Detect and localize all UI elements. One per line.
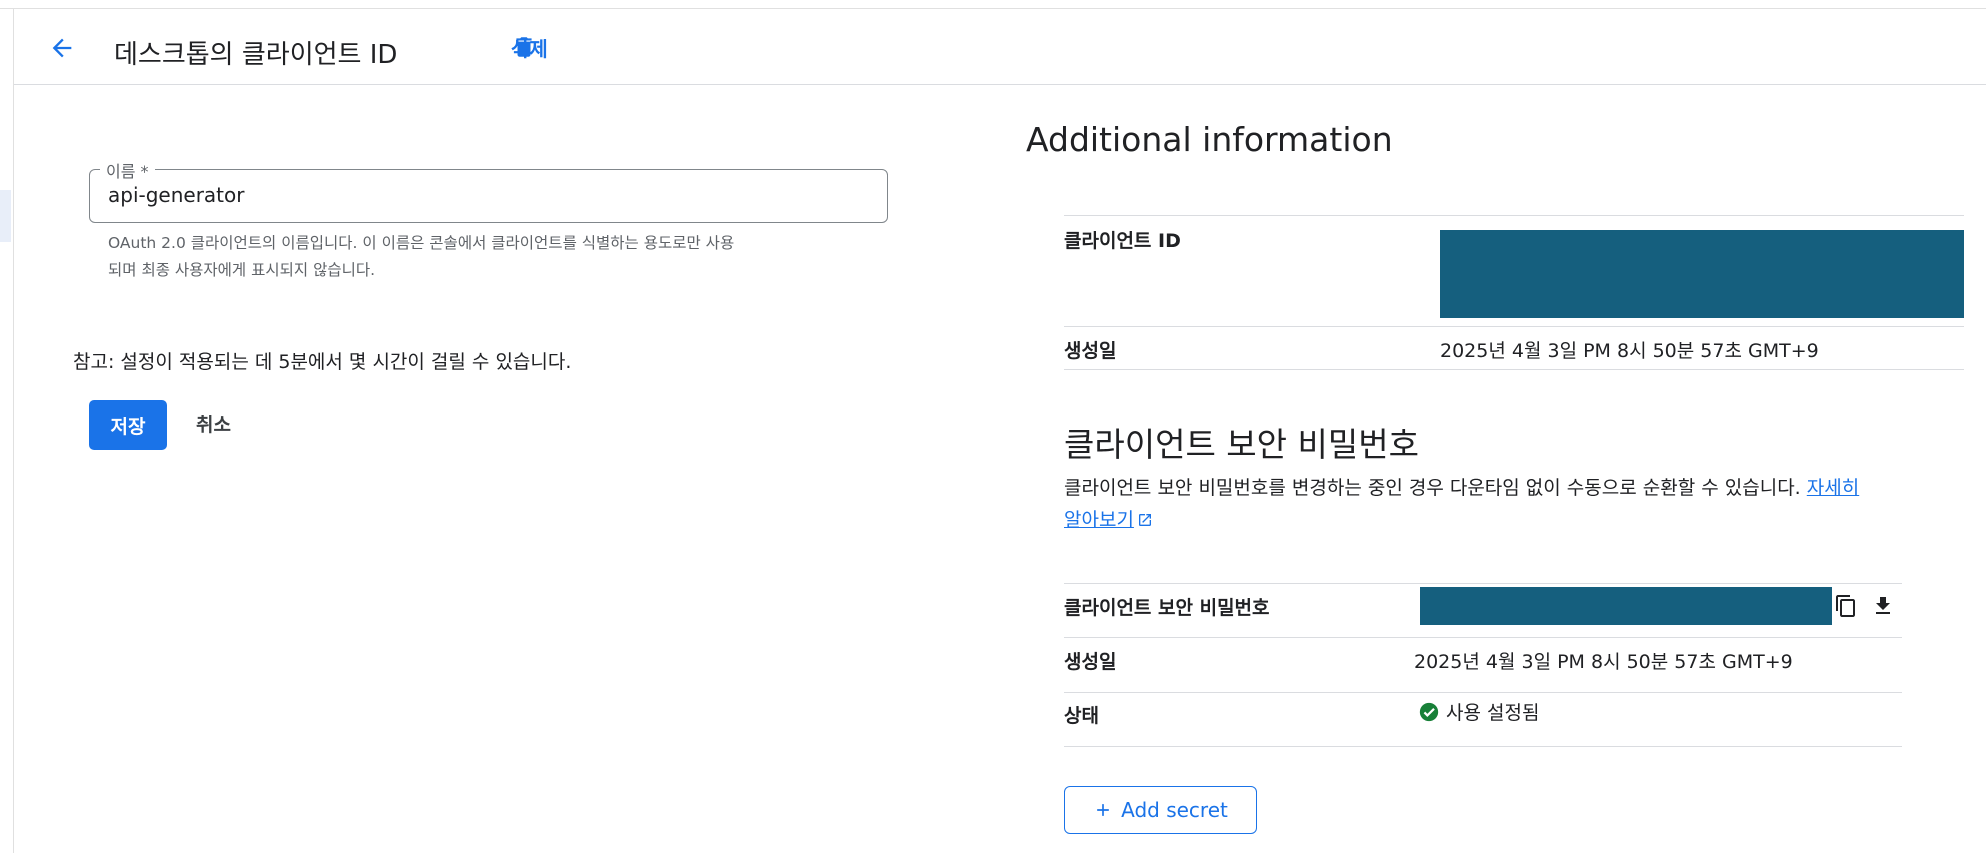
created-value: 2025년 4월 3일 PM 8시 50분 57초 GMT+9 — [1440, 340, 1819, 362]
delete-label: 삭제 — [511, 36, 548, 61]
add-secret-label: Add secret — [1121, 798, 1228, 822]
delete-button[interactable]: 삭제 — [511, 26, 548, 68]
divider — [1064, 326, 1964, 327]
additional-info-title: Additional information — [1026, 120, 1393, 159]
client-id-label: 클라이언트 ID — [1064, 230, 1181, 252]
client-secret-redacted — [1420, 587, 1832, 625]
learn-more-text-1: 자세히 — [1806, 477, 1860, 499]
name-input[interactable] — [108, 183, 848, 207]
status-label: 상태 — [1064, 705, 1099, 727]
secret-created-value: 2025년 4월 3일 PM 8시 50분 57초 GMT+9 — [1414, 651, 1793, 673]
page-header: 데스크톱의 클라이언트 ID 삭제 — [14, 8, 1986, 85]
save-button[interactable]: 저장 — [89, 400, 167, 450]
divider — [1064, 637, 1902, 638]
divider — [1064, 583, 1902, 584]
download-icon — [1876, 597, 1890, 614]
client-secret-label: 클라이언트 보안 비밀번호 — [1064, 597, 1270, 619]
divider — [1064, 215, 1964, 216]
client-secret-description: 클라이언트 보안 비밀번호를 변경하는 중인 경우 다운타임 없이 수동으로 순… — [1064, 472, 1964, 536]
name-hint-line-1: OAuth 2.0 클라이언트의 이름입니다. 이 이름은 콘솔에서 클라이언트… — [108, 234, 735, 252]
add-secret-button[interactable]: Add secret — [1064, 786, 1257, 834]
open-in-new-icon — [1138, 514, 1151, 526]
name-field[interactable]: 이름 * — [89, 158, 888, 223]
client-secret-description-text: 클라이언트 보안 비밀번호를 변경하는 중인 경우 다운타임 없이 수동으로 순… — [1064, 477, 1801, 499]
plus-icon — [1097, 804, 1109, 816]
divider — [1064, 692, 1902, 693]
client-id-redacted — [1440, 230, 1964, 318]
secret-created-label: 생성일 — [1064, 651, 1117, 673]
name-hint: OAuth 2.0 클라이언트의 이름입니다. 이 이름은 콘솔에서 클라이언트… — [108, 230, 868, 284]
divider — [1064, 746, 1902, 747]
left-panel-border — [13, 8, 14, 853]
divider — [1064, 369, 1964, 370]
arrow-back-icon — [52, 38, 72, 58]
created-label: 생성일 — [1064, 340, 1117, 362]
page-title: 데스크톱의 클라이언트 ID — [114, 40, 398, 70]
name-hint-line-2: 되며 최종 사용자에게 표시되지 않습니다. — [108, 261, 376, 279]
status-badge: 사용 설정됨 — [1418, 698, 1539, 725]
settings-note: 참고: 설정이 적용되는 데 5분에서 몇 시간이 걸릴 수 있습니다. — [73, 351, 572, 373]
back-button[interactable] — [42, 28, 82, 68]
copy-button[interactable] — [1831, 591, 1861, 621]
copy-icon — [1836, 595, 1855, 617]
name-field-label: 이름 * — [100, 158, 155, 182]
cancel-button[interactable]: 취소 — [196, 410, 231, 437]
left-nav-highlight — [0, 190, 11, 242]
download-button[interactable] — [1868, 591, 1898, 621]
status-value: 사용 설정됨 — [1446, 702, 1540, 724]
client-secret-title: 클라이언트 보안 비밀번호 — [1064, 425, 1419, 464]
learn-more-text-2: 알아보기 — [1064, 509, 1134, 531]
check-circle-icon — [1419, 702, 1439, 721]
